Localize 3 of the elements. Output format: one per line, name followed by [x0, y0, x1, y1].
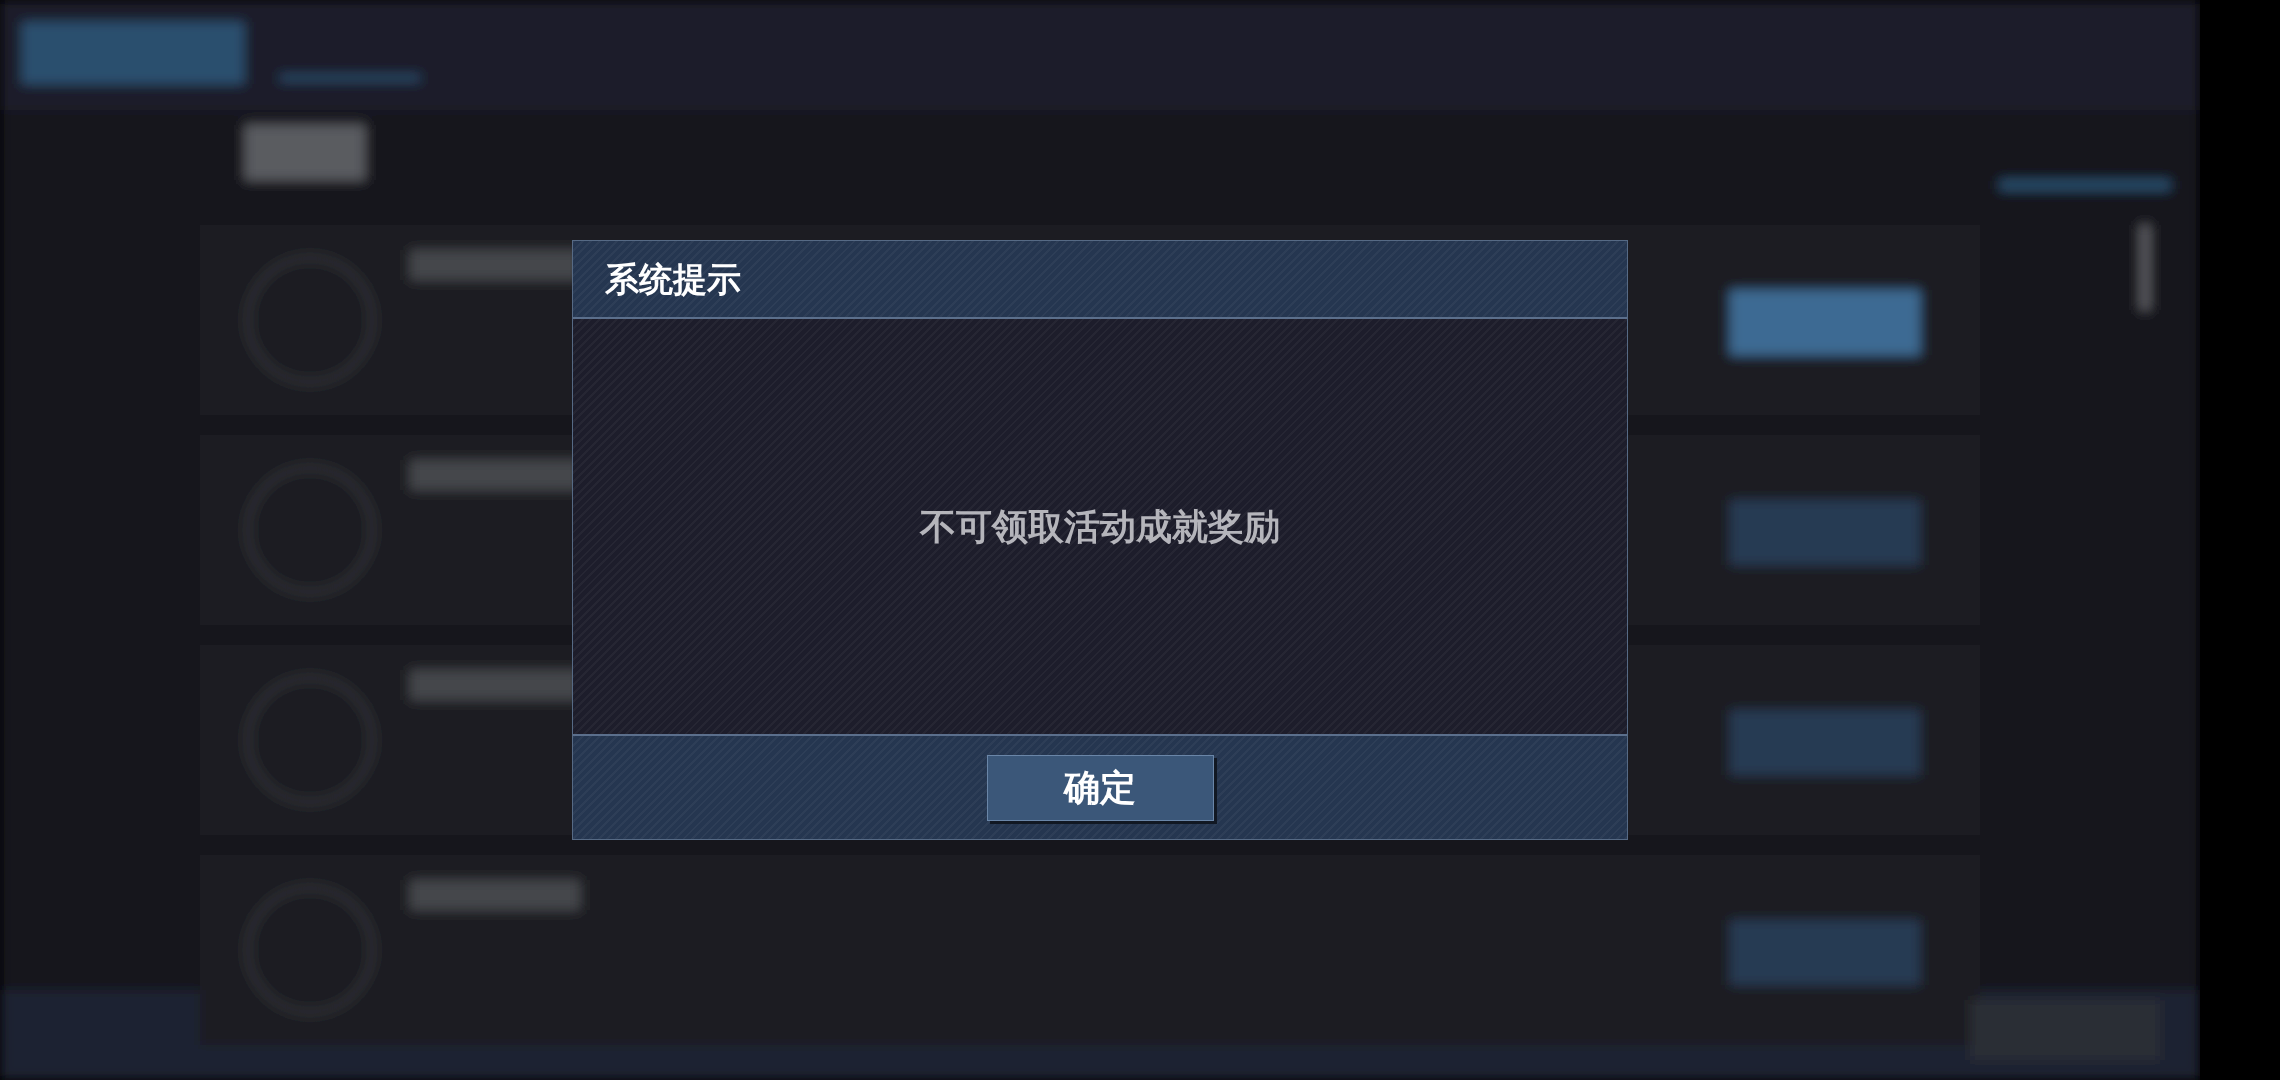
confirm-button[interactable]: 确定 [986, 754, 1214, 821]
dialog-title: 系统提示 [605, 257, 741, 301]
dialog-message: 不可领取活动成就奖励 [920, 504, 1280, 549]
